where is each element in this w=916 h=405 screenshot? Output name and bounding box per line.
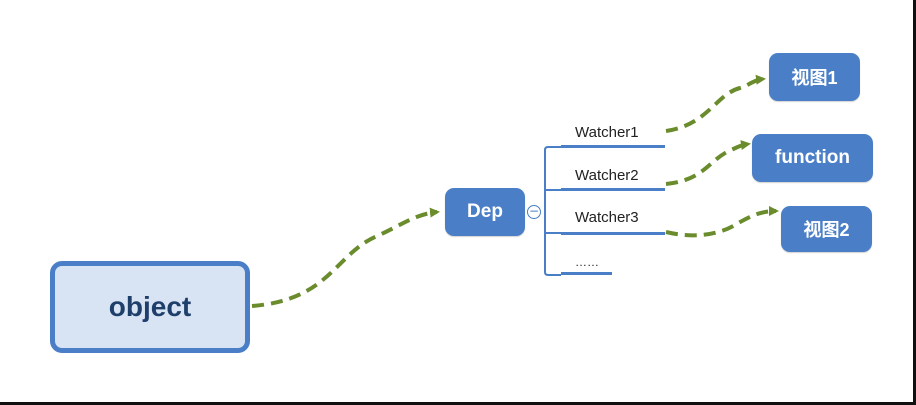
dep-node: Dep bbox=[445, 188, 525, 236]
diagram-canvas: object Dep − Watcher1 Watcher2 Watcher3 … bbox=[0, 0, 916, 405]
collapse-toggle-icon[interactable]: − bbox=[527, 205, 541, 219]
watcher3-label: Watcher3 bbox=[561, 208, 665, 235]
watcher1-label: Watcher1 bbox=[561, 123, 665, 148]
tree-branch-line bbox=[544, 146, 561, 276]
watcher1-to-view1-arrow bbox=[665, 74, 766, 133]
function-node: function bbox=[752, 134, 873, 182]
object-to-dep-arrow bbox=[251, 207, 440, 308]
more-watchers-label: …… bbox=[561, 252, 612, 275]
view2-node: 视图2 bbox=[781, 206, 872, 252]
object-node: object bbox=[50, 261, 250, 353]
view1-node: 视图1 bbox=[769, 53, 860, 101]
watcher3-to-view2-arrow bbox=[665, 206, 779, 238]
watcher2-to-function-arrow bbox=[665, 140, 751, 186]
watcher2-label: Watcher2 bbox=[561, 166, 665, 191]
